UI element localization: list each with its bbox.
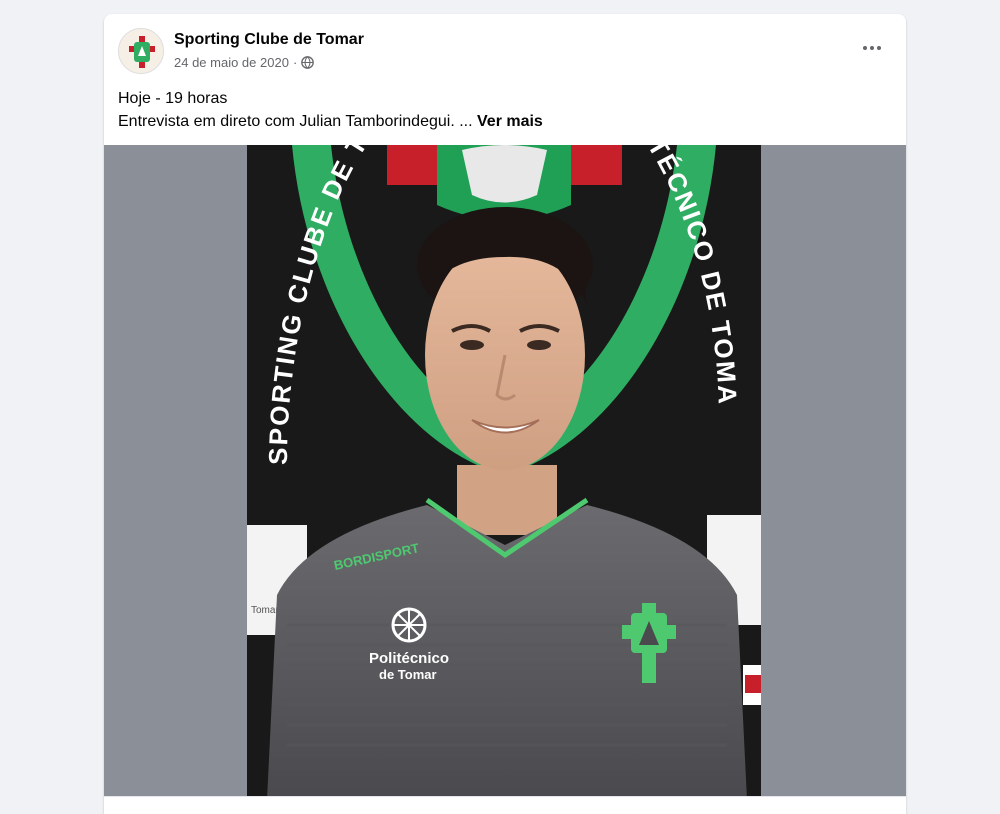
- page-avatar[interactable]: [118, 28, 164, 74]
- feed-post: Sporting Clube de Tomar 24 de maio de 20…: [104, 14, 906, 814]
- globe-icon[interactable]: [301, 56, 315, 69]
- post-header: Sporting Clube de Tomar 24 de maio de 20…: [104, 14, 906, 74]
- more-options-button[interactable]: [854, 30, 890, 66]
- page-name-link[interactable]: Sporting Clube de Tomar: [174, 31, 364, 49]
- club-crest-icon: [119, 29, 163, 73]
- sponsor-line-2: de Tomar: [379, 667, 437, 682]
- sponsor-logo-icon: [391, 607, 427, 643]
- post-text: Hoje - 19 horas Entrevista em direto com…: [118, 87, 888, 133]
- see-more-link[interactable]: Ver mais: [477, 113, 543, 130]
- post-text-line-1: Hoje - 19 horas: [118, 90, 228, 107]
- player-photo-illustration: SPORTING CLUBE DE TO TÉCNICO DE TOMA Tom…: [247, 145, 761, 800]
- post-meta: 24 de maio de 2020 ·: [174, 55, 315, 70]
- more-horizontal-icon: [863, 46, 867, 50]
- post-footer-edge: [104, 796, 906, 814]
- side-label: Tomar: [251, 605, 279, 616]
- post-text-line-2: Entrevista em direto com Julian Tamborin…: [118, 110, 888, 133]
- post-photo[interactable]: SPORTING CLUBE DE TO TÉCNICO DE TOMA Tom…: [247, 145, 761, 800]
- post-media[interactable]: SPORTING CLUBE DE TO TÉCNICO DE TOMA Tom…: [104, 145, 906, 814]
- meta-separator: ·: [292, 55, 298, 70]
- post-date-link[interactable]: 24 de maio de 2020: [174, 55, 289, 70]
- sponsor-line-1: Politécnico: [369, 650, 449, 667]
- post-text-body: Entrevista em direto com Julian Tamborin…: [118, 113, 473, 130]
